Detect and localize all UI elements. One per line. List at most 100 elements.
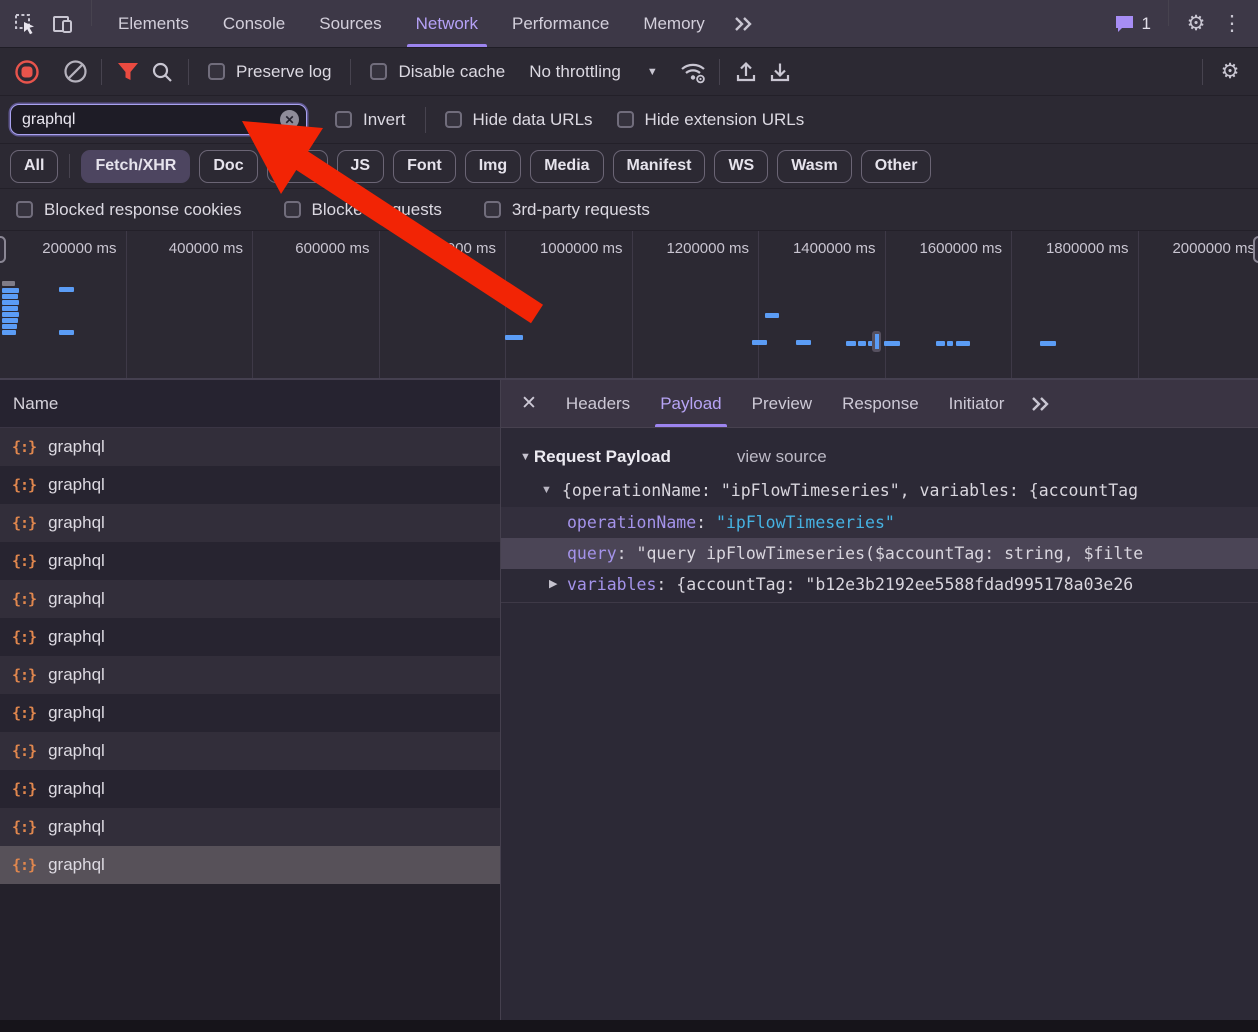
filter-chip-css[interactable]: CSS [267,150,328,183]
3rd-party-requests-checkbox[interactable] [484,201,501,218]
name-column-header[interactable]: Name [0,380,500,428]
request-row[interactable]: {:}graphql [0,466,500,504]
settings-gear-icon[interactable]: ⚙ [1178,0,1214,47]
detail-tab-initiator[interactable]: Initiator [934,380,1020,427]
blocked-response-cookies-checkbox[interactable] [16,201,33,218]
hide-extension-urls-checkbox[interactable] [617,111,634,128]
timeline-column: 800000 ms [380,231,507,378]
filter-chip-img[interactable]: Img [465,150,521,183]
network-conditions-icon[interactable] [676,55,710,89]
request-row[interactable]: {:}graphql [0,618,500,656]
timeline-request-bar[interactable] [796,340,811,345]
filter-funnel-icon[interactable] [111,55,145,89]
request-row[interactable]: {:}graphql [0,694,500,732]
timeline-request-bar[interactable] [884,341,900,346]
timeline-request-bar[interactable] [2,300,19,305]
main-tab-memory[interactable]: Memory [626,0,721,47]
timeline-left-handle[interactable] [0,236,6,263]
timeline-request-bar[interactable] [956,341,970,346]
payload-tree-row[interactable]: operationName: "ipFlowTimeseries" [501,507,1258,538]
request-row[interactable]: {:}graphql [0,428,500,466]
payload-tree-row[interactable]: ▶variables: {accountTag: "b12e3b2192ee55… [501,569,1258,600]
kebab-menu-icon[interactable]: ⋮ [1214,0,1250,47]
filter-chip-media[interactable]: Media [530,150,603,183]
main-tab-console[interactable]: Console [206,0,302,47]
filter-chip-fetch-xhr[interactable]: Fetch/XHR [81,150,190,183]
timeline-request-bar[interactable] [2,330,16,335]
disable-cache-label: Disable cache [398,62,505,82]
throttling-select[interactable]: No throttling [529,62,621,82]
inspect-element-icon[interactable] [6,0,44,47]
filter-chip-js[interactable]: JS [337,150,385,183]
main-tab-sources[interactable]: Sources [302,0,398,47]
timeline-request-bar[interactable] [505,335,523,340]
export-har-icon[interactable] [763,55,797,89]
main-tab-network[interactable]: Network [399,0,495,47]
network-overview-timeline[interactable]: 200000 ms400000 ms600000 ms800000 ms1000… [0,231,1258,380]
filter-chip-other[interactable]: Other [861,150,932,183]
more-detail-tabs-icon[interactable] [1019,380,1061,427]
detail-tab-response[interactable]: Response [827,380,934,427]
network-settings-gear-icon[interactable]: ⚙ [1212,59,1248,84]
request-row[interactable]: {:}graphql [0,808,500,846]
timeline-request-bar[interactable] [947,341,953,346]
detail-tab-payload[interactable]: Payload [645,380,736,427]
timeline-request-bar[interactable] [1040,341,1056,346]
request-row[interactable]: {:}graphql [0,770,500,808]
filter-chip-wasm[interactable]: Wasm [777,150,852,183]
filter-chip-all[interactable]: All [10,150,58,183]
request-payload-expander-icon[interactable]: ▼ [520,451,531,463]
request-row[interactable]: {:}graphql [0,732,500,770]
filter-chip-manifest[interactable]: Manifest [613,150,706,183]
timeline-request-bar[interactable] [765,313,779,318]
timeline-request-bar[interactable] [2,281,15,286]
timeline-right-handle[interactable] [1253,236,1258,263]
timeline-request-bar[interactable] [2,294,18,299]
issues-button[interactable]: 1 [1106,0,1159,47]
filter-chip-doc[interactable]: Doc [199,150,257,183]
disable-cache-checkbox[interactable] [370,63,387,80]
request-row[interactable]: {:}graphql [0,656,500,694]
request-row[interactable]: {:}graphql [0,504,500,542]
hide-data-urls-checkbox[interactable] [445,111,462,128]
timeline-request-bar[interactable] [2,324,17,329]
preserve-log-checkbox[interactable] [208,63,225,80]
request-row[interactable]: {:}graphql [0,542,500,580]
timeline-request-bar[interactable] [2,288,19,293]
detail-tab-headers[interactable]: Headers [551,380,645,427]
clear-filter-icon[interactable]: ✕ [280,110,299,129]
request-row[interactable]: {:}graphql [0,846,500,884]
payload-tree-row[interactable]: query: "query ipFlowTimeseries($accountT… [501,538,1258,569]
filter-chip-font[interactable]: Font [393,150,456,183]
payload-preview-line[interactable]: ▼ {operationName: "ipFlowTimeseries", va… [501,473,1258,507]
timeline-request-bar[interactable] [752,340,767,345]
payload-preview-expander-icon[interactable]: ▼ [541,484,552,496]
timeline-request-bar[interactable] [2,312,19,317]
import-har-icon[interactable] [729,55,763,89]
more-tabs-icon[interactable] [722,0,764,47]
filter-input[interactable] [10,104,307,135]
timeline-request-bar[interactable] [2,306,18,311]
timeline-selected-marker[interactable] [872,331,881,352]
request-row[interactable]: {:}graphql [0,580,500,618]
timeline-tick-label: 200000 ms [42,240,125,257]
timeline-request-bar[interactable] [936,341,945,346]
tree-expander-icon[interactable]: ▶ [549,569,557,600]
timeline-request-bar[interactable] [59,287,74,292]
blocked-requests-checkbox[interactable] [284,201,301,218]
filter-chip-ws[interactable]: WS [714,150,768,183]
search-icon[interactable] [145,55,179,89]
timeline-request-bar[interactable] [2,318,18,323]
view-source-link[interactable]: view source [737,447,827,467]
timeline-request-bar[interactable] [59,330,74,335]
timeline-request-bar[interactable] [858,341,866,346]
device-toolbar-icon[interactable] [44,0,82,47]
clear-network-log-icon[interactable] [58,55,92,89]
invert-checkbox[interactable] [335,111,352,128]
detail-tab-preview[interactable]: Preview [737,380,827,427]
main-tab-elements[interactable]: Elements [101,0,206,47]
timeline-request-bar[interactable] [846,341,856,346]
record-network-log-icon[interactable] [10,55,44,89]
close-details-icon[interactable]: ✕ [507,380,551,427]
main-tab-performance[interactable]: Performance [495,0,626,47]
